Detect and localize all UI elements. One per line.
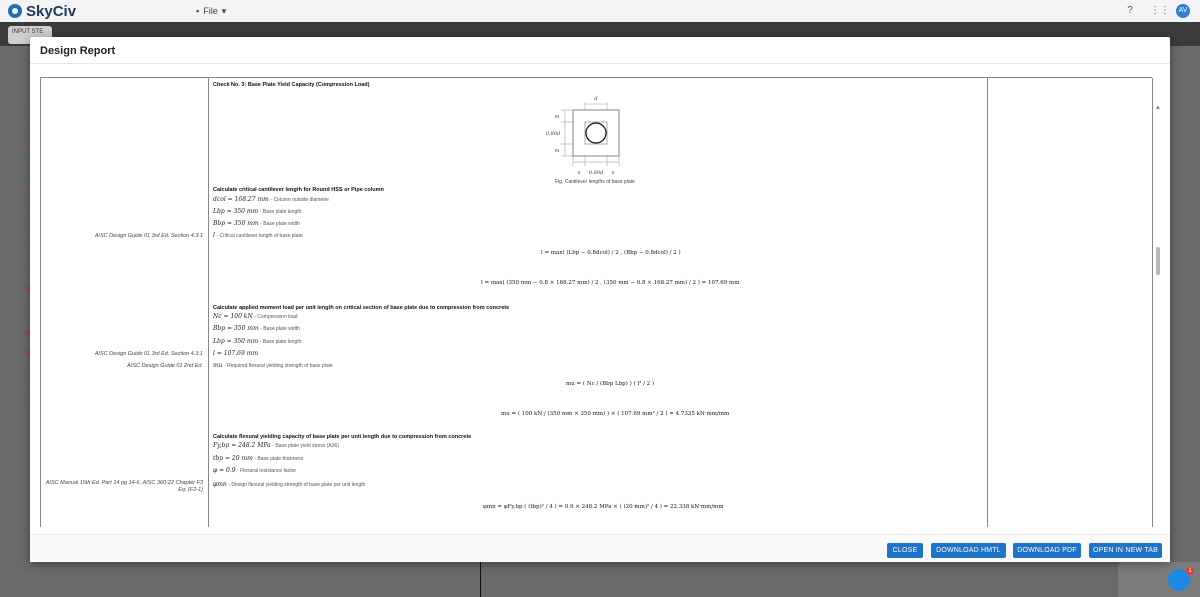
item-desc: - Base plate length — [259, 209, 302, 215]
app-topbar: SkyCiv ▪ File ▾ ? ⋮⋮ AV — [0, 0, 1200, 22]
item-symbol: Lbp = 350 mm — [213, 208, 259, 215]
item-symbol: φmn — [213, 481, 227, 488]
section-heading: Calculate flexural yielding capacity of … — [213, 434, 472, 440]
equation: l = max( (350 mm − 0.8 × 168.27 mm) / 2 … — [481, 280, 740, 286]
design-report-modal: Design Report Check No. 3: Base Plate Yi… — [30, 37, 1170, 562]
item-desc: - Column outside diameter — [270, 197, 330, 203]
close-button[interactable]: CLOSE — [887, 543, 923, 558]
item-desc: - Base plate width — [260, 221, 300, 227]
canvas-line — [480, 562, 481, 597]
download-pdf-button[interactable]: DOWNLOAD PDF — [1013, 543, 1081, 558]
logo-text: SkyCiv — [26, 2, 77, 20]
equation: l = max( (Lbp − 0.8dcol) / 2 , (Bbp − 0.… — [541, 250, 681, 256]
modal-title: Design Report — [40, 45, 116, 57]
file-icon: ▪ — [196, 6, 200, 16]
figure-label-m-bottom: m — [555, 148, 560, 154]
item-symbol: Bbp = 350 mm — [213, 325, 259, 332]
equation: mu = ( 100 kN / (350 mm × 350 mm) ) × ( … — [501, 411, 730, 417]
figure-label-n-right: n — [611, 170, 614, 176]
item-desc: - Base plate thickness — [254, 456, 304, 462]
reference-text: AISC Design Guide 01 3rd Ed. Section 4.3… — [94, 233, 203, 239]
item-symbol: φ = 0.9 — [213, 467, 236, 474]
figure-label-m-top: m — [555, 114, 560, 120]
item-symbol: Lbp = 350 mm — [213, 338, 259, 345]
item-symbol: tbp = 20 mm — [213, 455, 253, 462]
report-item: φmn - Design flexural yielding strength … — [213, 481, 365, 488]
report-item: mu - Required flexural yielding strength… — [213, 362, 333, 369]
item-symbol: dcol = 168.27 mm — [213, 196, 269, 203]
item-desc: - Design flexural yielding strength of b… — [228, 482, 366, 488]
item-desc: - Compression load — [254, 314, 298, 320]
modal-footer: CLOSE DOWNLOAD HMTL DOWNLOAD PDF OPEN IN… — [30, 534, 1170, 562]
item-symbol: l — [213, 232, 215, 239]
report-item: tbp = 20 mm - Base plate thickness — [213, 455, 303, 462]
report-scrollbar[interactable]: ▲ ▼ — [1154, 105, 1162, 527]
check-title: Check No. 3: Base Plate Yield Capacity (… — [213, 82, 370, 88]
modal-header: Design Report — [30, 37, 1170, 64]
apps-grid-icon[interactable]: ⋮⋮ — [1150, 5, 1170, 17]
file-menu-label: File — [203, 6, 218, 16]
item-symbol: l = 107.69 mm — [213, 350, 259, 357]
reference-text: AISC Design Guide 01 2nd Ed. — [127, 363, 203, 369]
report-viewer[interactable]: Check No. 3: Base Plate Yield Capacity (… — [30, 65, 1170, 527]
report-item: Fy,bp = 248.2 MPa - Base plate yield str… — [213, 442, 339, 449]
item-desc: - Critical cantilever length of base pla… — [216, 233, 303, 239]
report-item: l - Critical cantilever length of base p… — [213, 232, 303, 239]
item-symbol: Nc = 100 kN — [213, 313, 253, 320]
column-divider — [987, 78, 988, 527]
skyciv-logo-icon — [8, 4, 22, 18]
section-heading: Calculate applied moment load per unit l… — [213, 305, 510, 311]
report-item: Lbp = 350 mm - Base plate length — [213, 208, 301, 215]
equation: φmn = φFy,bp ( (tbp)² / 4 ) = 0.9 × 248.… — [483, 504, 724, 510]
item-symbol: Bbp = 350 mm — [213, 220, 259, 227]
column-divider — [208, 78, 209, 527]
item-desc: - Required flexural yielding strength of… — [224, 363, 333, 369]
item-symbol: Fy,bp = 248.2 MPa — [213, 442, 271, 449]
item-symbol: mu — [213, 362, 223, 369]
report-item: dcol = 168.27 mm - Column outside diamet… — [213, 196, 329, 203]
figure-label-dim-side: 0.80d — [546, 131, 560, 137]
open-in-new-tab-button[interactable]: OPEN IN NEW TAB — [1089, 543, 1162, 558]
item-desc: - Base plate length — [259, 339, 302, 345]
reference-text: AISC Manual 15th Ed. Part 14 pg 14-6, AI… — [45, 480, 203, 493]
reference-text: AISC Design Guide 01 3rd Ed. Section 4.3… — [94, 351, 203, 357]
section-heading: Calculate critical cantilever length for… — [213, 187, 384, 193]
base-plate-figure: d m 0.80d m n 0.80d n — [546, 96, 620, 176]
skyciv-logo[interactable]: SkyCiv — [8, 3, 76, 20]
item-desc: - Base plate width — [260, 326, 300, 332]
scroll-thumb[interactable] — [1156, 247, 1160, 275]
file-menu[interactable]: ▪ File ▾ — [196, 6, 226, 17]
chat-badge: 1 — [1186, 567, 1194, 575]
help-icon[interactable]: ? — [1124, 5, 1136, 17]
download-html-button[interactable]: DOWNLOAD HMTL — [931, 543, 1006, 558]
item-desc: - Flexural resistance factor — [237, 468, 297, 474]
report-item: Bbp = 350 mm - Base plate width — [213, 220, 300, 227]
report-frame: Check No. 3: Base Plate Yield Capacity (… — [40, 77, 1153, 527]
figure-label-n-left: n — [577, 170, 580, 176]
figure-label-d: d — [594, 96, 597, 102]
scroll-up-icon[interactable]: ▲ — [1155, 105, 1161, 111]
report-item: Bbp = 350 mm - Base plate width — [213, 325, 300, 332]
chevron-down-icon: ▾ — [221, 5, 227, 16]
report-item: Nc = 100 kN - Compression load — [213, 313, 298, 320]
report-item: l = 107.69 mm — [213, 350, 258, 357]
figure-label-n-mid: 0.80d — [589, 170, 603, 176]
item-desc: - Base plate yield stress (A36) — [272, 443, 339, 449]
report-item: Lbp = 350 mm - Base plate length — [213, 338, 301, 345]
column-divider — [1152, 78, 1153, 527]
figure-caption: Fig. Cantilever lengths of base plate — [555, 179, 635, 185]
report-item: φ = 0.9 - Flexural resistance factor — [213, 467, 296, 474]
equation: mu = ( Nc / (Bbp Lbp) ) ( l² / 2 ) — [566, 381, 655, 387]
avatar[interactable]: AV — [1176, 4, 1190, 18]
